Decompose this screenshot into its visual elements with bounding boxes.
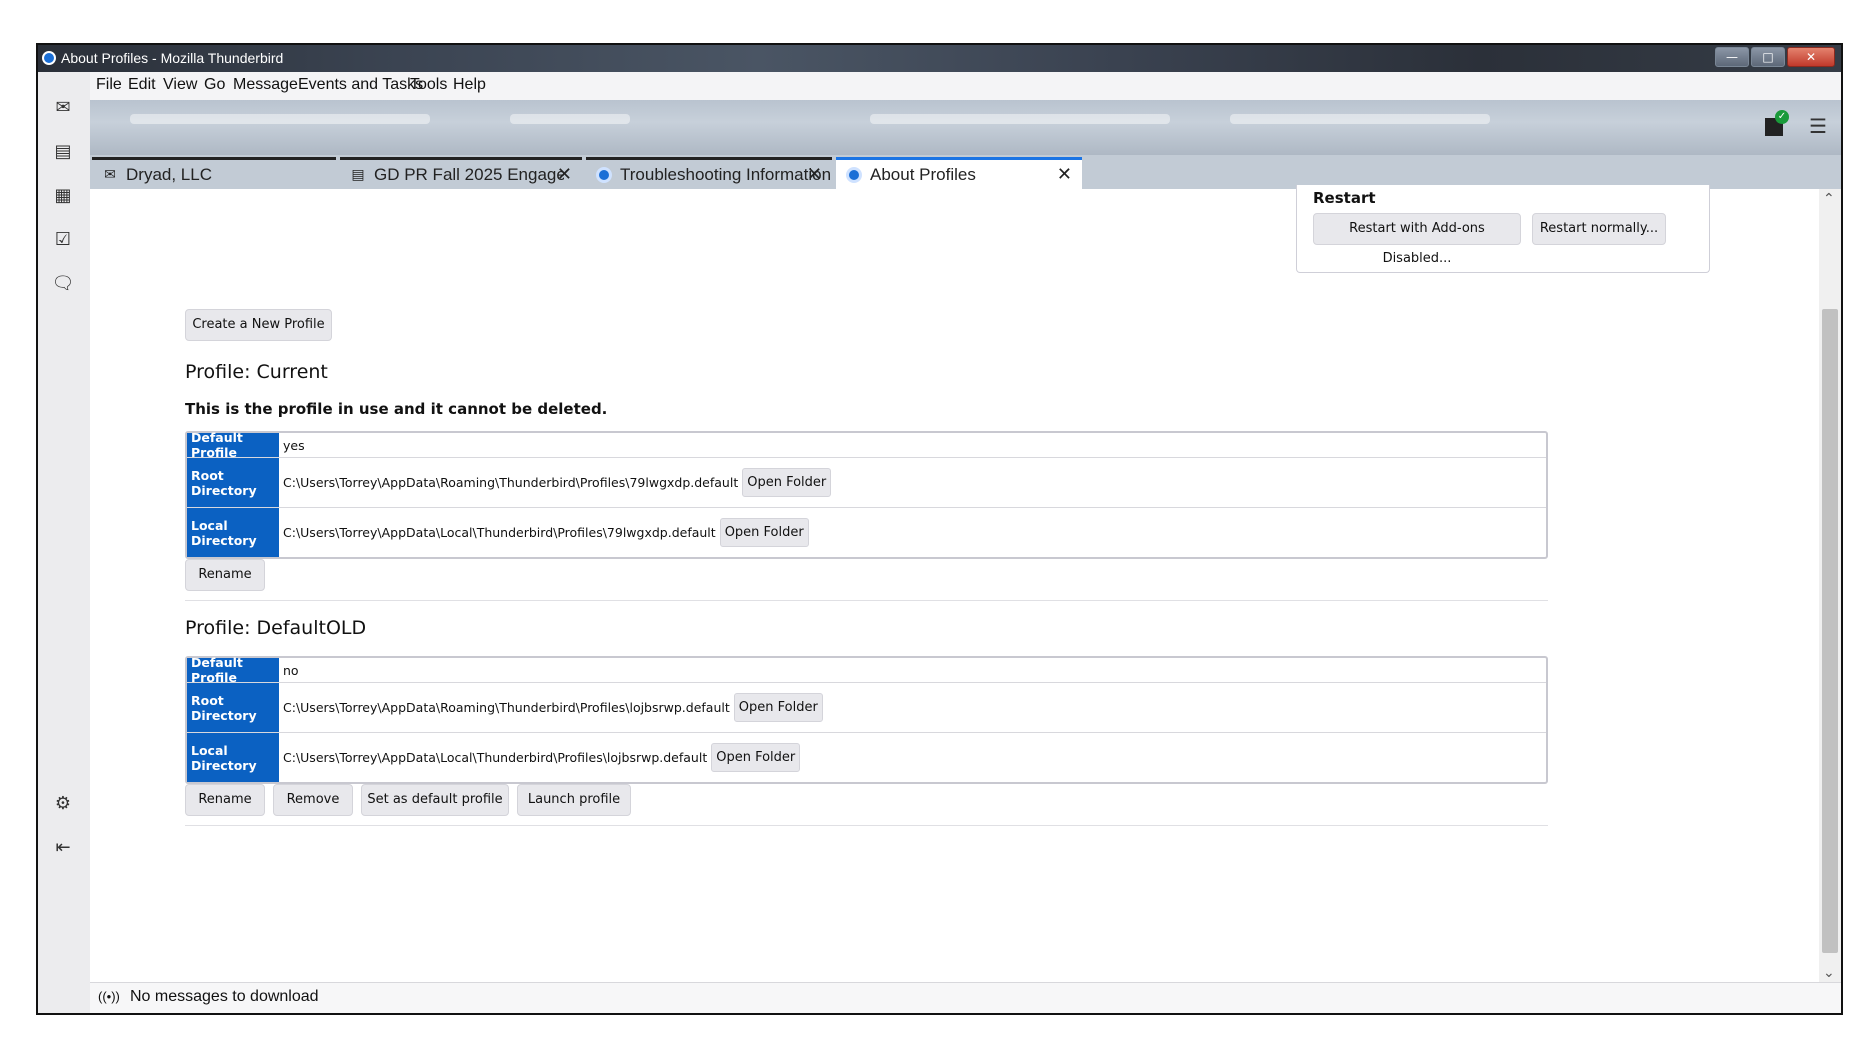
menu-bar: File Edit View Go Message Events and Tas… bbox=[90, 72, 1841, 100]
local-directory-cell: C:\Users\Torrey\AppData\Local\Thunderbir… bbox=[279, 733, 801, 782]
menu-tools[interactable]: Tools bbox=[410, 76, 447, 94]
restart-box: Restart Restart with Add-ons Disabled...… bbox=[1296, 185, 1710, 273]
root-directory-path: C:\Users\Torrey\AppData\Roaming\Thunderb… bbox=[283, 475, 739, 490]
menu-edit[interactable]: Edit bbox=[128, 76, 156, 94]
rename-button[interactable]: Rename bbox=[185, 559, 265, 591]
calendar-icon[interactable]: ▦ bbox=[48, 180, 78, 210]
maximize-button[interactable]: □ bbox=[1751, 47, 1785, 67]
scroll-up-icon[interactable]: ⌃ bbox=[1823, 191, 1835, 207]
open-folder-button[interactable]: Open Folder bbox=[719, 518, 809, 547]
close-window-button[interactable]: ✕ bbox=[1787, 47, 1835, 67]
default-profile-header: Default Profile bbox=[187, 655, 279, 685]
close-tab-icon[interactable]: ✕ bbox=[1057, 164, 1072, 185]
local-directory-path: C:\Users\Torrey\AppData\Local\Thunderbir… bbox=[283, 525, 716, 540]
window-controls: — □ ✕ bbox=[1715, 47, 1835, 67]
table-row: Root Directory C:\Users\Torrey\AppData\R… bbox=[187, 683, 1546, 733]
document-icon: ▤ bbox=[351, 166, 365, 182]
root-directory-header: Root Directory bbox=[187, 683, 279, 732]
vertical-scrollbar[interactable]: ⌃ ⌄ bbox=[1819, 189, 1841, 983]
launch-profile-button[interactable]: Launch profile bbox=[517, 784, 631, 816]
tab-label: Troubleshooting Information bbox=[620, 164, 832, 184]
spaces-toolbar: ✉ ▤ ▦ ☑ 🗨 ⚙ ⇤ bbox=[38, 72, 91, 1013]
tab-troubleshooting-information[interactable]: Troubleshooting Information ✕ bbox=[586, 157, 832, 189]
thunderbird-icon bbox=[846, 166, 862, 183]
remove-button[interactable]: Remove bbox=[273, 784, 353, 816]
chat-icon[interactable]: 🗨 bbox=[48, 268, 78, 298]
status-text: No messages to download bbox=[130, 988, 319, 1005]
menu-go[interactable]: Go bbox=[204, 76, 225, 94]
connection-status-icon: ((•)) bbox=[98, 989, 120, 1004]
tab-label: GD PR Fall 2025 Engagement I bbox=[374, 164, 564, 184]
tasks-icon[interactable]: ☑ bbox=[48, 224, 78, 254]
default-profile-value: yes bbox=[283, 437, 305, 453]
root-directory-header: Root Directory bbox=[187, 458, 279, 507]
tab-bar: ✉ Dryad, LLC ▤ GD PR Fall 2025 Engagemen… bbox=[90, 155, 1841, 189]
root-directory-cell: C:\Users\Torrey\AppData\Roaming\Thunderb… bbox=[279, 683, 823, 732]
close-tab-icon[interactable]: ✕ bbox=[807, 164, 822, 185]
table-row: Local Directory C:\Users\Torrey\AppData\… bbox=[187, 508, 1546, 557]
root-directory-cell: C:\Users\Torrey\AppData\Roaming\Thunderb… bbox=[279, 458, 832, 507]
open-folder-button[interactable]: Open Folder bbox=[742, 468, 832, 497]
set-default-profile-button[interactable]: Set as default profile bbox=[361, 784, 509, 816]
root-directory-path: C:\Users\Torrey\AppData\Roaming\Thunderb… bbox=[283, 700, 730, 715]
menu-file[interactable]: File bbox=[96, 76, 122, 94]
menu-help[interactable]: Help bbox=[453, 76, 486, 94]
create-new-profile-button[interactable]: Create a New Profile bbox=[185, 309, 332, 341]
local-directory-cell: C:\Users\Torrey\AppData\Local\Thunderbir… bbox=[279, 508, 809, 557]
divider bbox=[185, 825, 1548, 826]
profile-title: Profile: Current bbox=[185, 361, 328, 383]
minimize-button[interactable]: — bbox=[1715, 47, 1749, 67]
title-bar: About Profiles - Mozilla Thunderbird — □… bbox=[38, 45, 1841, 72]
status-bar: ((•)) No messages to download bbox=[90, 982, 1841, 1013]
restart-title: Restart bbox=[1313, 189, 1376, 207]
rename-button[interactable]: Rename bbox=[185, 784, 265, 816]
menu-message[interactable]: Message bbox=[233, 76, 298, 94]
default-profile-header: Default Profile bbox=[187, 430, 279, 460]
open-folder-button[interactable]: Open Folder bbox=[711, 743, 801, 772]
about-profiles-page: Restart Restart with Add-ons Disabled...… bbox=[90, 185, 1819, 983]
menu-events-and-tasks[interactable]: Events and Tasks bbox=[298, 76, 423, 94]
scroll-down-icon[interactable]: ⌄ bbox=[1823, 965, 1835, 981]
tab-label: About Profiles bbox=[870, 164, 976, 184]
thunderbird-icon bbox=[42, 51, 56, 65]
profile-in-use-note: This is the profile in use and it cannot… bbox=[185, 400, 608, 418]
window-title: About Profiles - Mozilla Thunderbird bbox=[61, 50, 284, 66]
default-profile-value: no bbox=[283, 662, 299, 678]
profile-defaultold-table: Default Profile no Root Directory C:\Use… bbox=[185, 655, 1548, 784]
profile-current-table: Default Profile yes Root Directory C:\Us… bbox=[185, 430, 1548, 559]
table-row: Root Directory C:\Users\Torrey\AppData\R… bbox=[187, 458, 1546, 508]
settings-gear-icon[interactable]: ⚙ bbox=[48, 788, 78, 818]
menu-view[interactable]: View bbox=[163, 76, 197, 94]
tab-about-profiles[interactable]: About Profiles ✕ bbox=[836, 157, 1082, 189]
open-folder-button[interactable]: Open Folder bbox=[733, 693, 823, 722]
divider bbox=[185, 600, 1548, 601]
thunderbird-icon bbox=[596, 166, 612, 183]
table-row: Default Profile no bbox=[187, 655, 1546, 685]
profile-title: Profile: DefaultOLD bbox=[185, 617, 367, 639]
local-directory-path: C:\Users\Torrey\AppData\Local\Thunderbir… bbox=[283, 750, 708, 765]
close-tab-icon[interactable]: ✕ bbox=[557, 164, 572, 185]
restart-addons-disabled-button[interactable]: Restart with Add-ons Disabled... bbox=[1313, 213, 1521, 266]
local-directory-header: Local Directory bbox=[187, 733, 279, 782]
hamburger-menu-icon[interactable]: ☰ bbox=[1809, 114, 1827, 138]
tab-dryad-llc[interactable]: ✉ Dryad, LLC bbox=[92, 157, 336, 189]
envelope-icon: ✉ bbox=[104, 166, 116, 182]
app-window: About Profiles - Mozilla Thunderbird — □… bbox=[36, 43, 1843, 1015]
address-book-icon[interactable]: ▤ bbox=[48, 136, 78, 166]
tab-gd-pr-fall-2025[interactable]: ▤ GD PR Fall 2025 Engagement I ✕ bbox=[340, 157, 582, 189]
tab-label: Dryad, LLC bbox=[126, 164, 212, 184]
table-row: Default Profile yes bbox=[187, 430, 1546, 460]
table-row: Local Directory C:\Users\Torrey\AppData\… bbox=[187, 733, 1546, 782]
checkmark-badge-icon: ✓ bbox=[1775, 110, 1789, 124]
local-directory-header: Local Directory bbox=[187, 508, 279, 557]
main-toolbar: ✓ ☰ bbox=[90, 100, 1841, 155]
collapse-sidebar-icon[interactable]: ⇤ bbox=[48, 832, 78, 862]
mail-icon[interactable]: ✉ bbox=[48, 92, 78, 122]
scroll-thumb[interactable] bbox=[1822, 309, 1838, 953]
restart-normally-button[interactable]: Restart normally... bbox=[1532, 213, 1666, 245]
